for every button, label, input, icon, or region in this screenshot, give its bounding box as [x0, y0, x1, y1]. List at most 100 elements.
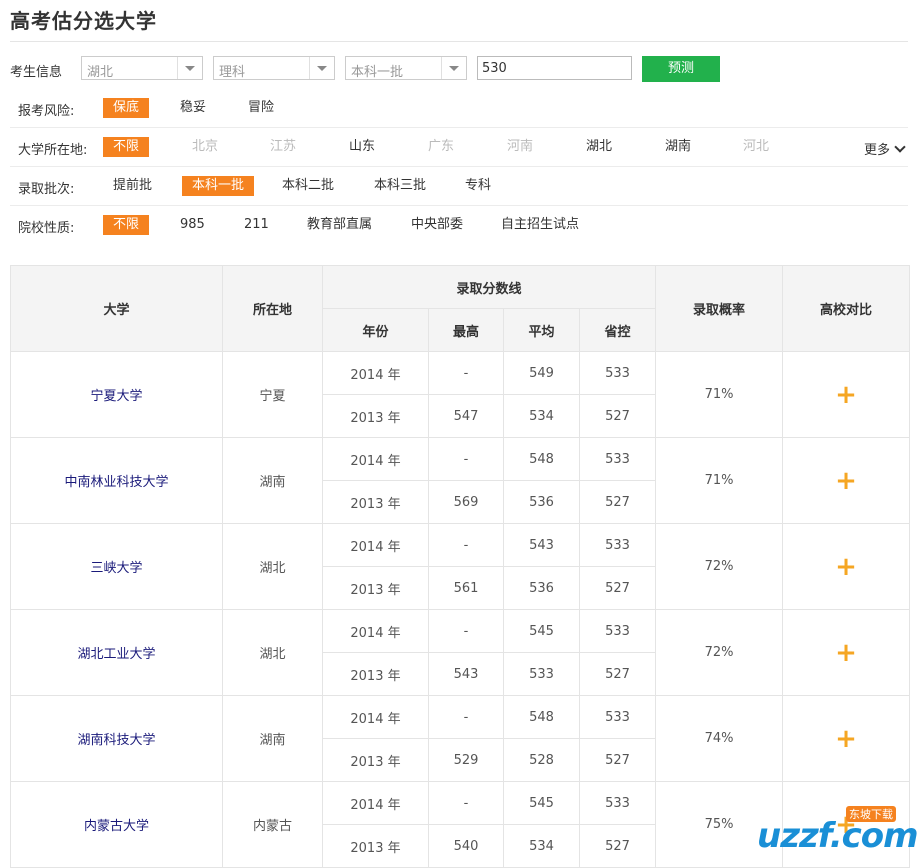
batch-value: 本科一批 [351, 65, 404, 80]
compare-cell: + [782, 351, 911, 438]
university-name-link[interactable]: 湖南科技大学 [10, 695, 223, 782]
avg-score-cell: 536 [503, 480, 580, 524]
header-compare: 高校对比 [782, 265, 911, 352]
year-cell: 2013 年 [322, 824, 429, 868]
university-location: 湖北 [222, 523, 323, 610]
max-score-cell: - [428, 781, 504, 825]
more-button[interactable]: 更多 [864, 139, 906, 158]
year-cell: 2014 年 [322, 523, 429, 567]
university-name-link[interactable]: 中南林业科技大学 [10, 437, 223, 524]
max-score-cell: 569 [428, 480, 504, 524]
filter-option[interactable]: 不限 [103, 137, 150, 157]
filter-option[interactable]: 北京 [182, 137, 228, 157]
filter-option[interactable]: 本科一批 [182, 176, 255, 196]
max-score-cell: - [428, 351, 504, 395]
max-score-cell: 543 [428, 652, 504, 696]
university-location: 湖北 [222, 609, 323, 696]
avg-score-cell: 543 [503, 523, 580, 567]
control-score-cell: 533 [578, 695, 657, 739]
score-input[interactable] [477, 56, 632, 80]
filter-option[interactable]: 211 [234, 215, 279, 235]
filter-option[interactable]: 河南 [497, 137, 543, 157]
avg-score-cell: 545 [503, 781, 580, 825]
control-score-cell: 533 [578, 351, 657, 395]
avg-score-cell: 545 [503, 609, 580, 653]
max-score-cell: 547 [428, 394, 504, 438]
subject-select[interactable]: 理科 [213, 56, 335, 80]
header-location: 所在地 [222, 265, 323, 352]
filter-option[interactable]: 山东 [339, 137, 385, 157]
table-row: 中南林业科技大学 湖南 2014 年 -548 533 71% + [10, 437, 911, 524]
filter-option[interactable]: 冒险 [238, 98, 284, 118]
filter-row: 报考风险: 保底 稳妥 冒险 [0, 89, 920, 128]
compare-cell: + [782, 523, 911, 610]
probability-cell: 72% [655, 523, 784, 610]
table-row: 宁夏大学 宁夏 2014 年 -549 533 71% + [10, 351, 911, 438]
avg-score-cell: 548 [503, 695, 580, 739]
filter-option[interactable]: 稳妥 [170, 98, 216, 118]
province-dropdown-toggle[interactable] [177, 57, 202, 79]
filter-option[interactable]: 本科二批 [272, 176, 344, 196]
year-cell: 2013 年 [322, 394, 429, 438]
avg-score-cell: 528 [503, 738, 580, 782]
header-control: 省控 [578, 308, 657, 352]
add-compare-icon[interactable]: + [835, 552, 857, 582]
batch-dropdown-toggle[interactable] [441, 57, 466, 79]
predict-button[interactable]: 预测 [642, 56, 720, 82]
avg-score-cell: 549 [503, 351, 580, 395]
filter-option[interactable]: 不限 [103, 215, 150, 235]
university-name-link[interactable]: 内蒙古大学 [10, 781, 223, 868]
chevron-down-icon [185, 66, 195, 71]
table-row: 湖南科技大学 湖南 2014 年 -548 533 74% + [10, 695, 911, 782]
add-compare-icon[interactable]: + [835, 724, 857, 754]
filter-row: 院校性质: 不限 985 211 教育部直属 中央部委 自主招生试点 [0, 206, 920, 245]
university-name-link[interactable]: 湖北工业大学 [10, 609, 223, 696]
avg-score-cell: 536 [503, 566, 580, 610]
filter-option[interactable]: 本科三批 [364, 176, 436, 196]
header-avg: 平均 [503, 308, 580, 352]
filter-option[interactable]: 湖北 [576, 137, 622, 157]
filter-option[interactable]: 自主招生试点 [491, 215, 589, 235]
subject-dropdown-toggle[interactable] [309, 57, 334, 79]
filter-option[interactable]: 教育部直属 [297, 215, 382, 235]
university-name-link[interactable]: 三峡大学 [10, 523, 223, 610]
max-score-cell: 561 [428, 566, 504, 610]
header-max: 最高 [428, 308, 504, 352]
filter-option[interactable]: 985 [170, 215, 215, 235]
avg-score-cell: 534 [503, 824, 580, 868]
add-compare-icon[interactable]: + [835, 638, 857, 668]
filter-option[interactable]: 广东 [418, 137, 464, 157]
header-score-line: 录取分数线 [321, 265, 657, 309]
results-table: 大学 所在地 录取分数线 录取概率 高校对比 年份 最高 平均 省控 宁夏大学宁… [10, 265, 911, 868]
filter-option[interactable]: 保底 [103, 98, 150, 118]
university-location: 内蒙古 [222, 781, 323, 868]
subject-value: 理科 [219, 65, 246, 80]
chevron-down-icon [894, 141, 906, 153]
probability-cell: 72% [655, 609, 784, 696]
compare-cell: + [782, 609, 911, 696]
filter-option[interactable]: 湖南 [655, 137, 701, 157]
add-compare-icon[interactable]: + [835, 380, 857, 410]
filter-option[interactable]: 提前批 [103, 176, 162, 196]
filter-option[interactable]: 中央部委 [401, 215, 473, 235]
university-location: 湖南 [222, 437, 323, 524]
watermark-logo: uzzf.com 东坡下载 [732, 802, 919, 856]
table-row: 湖北工业大学 湖北 2014 年 -545 533 72% + [10, 609, 911, 696]
filter-label: 大学所在地: [18, 143, 88, 158]
max-score-cell: - [428, 523, 504, 567]
max-score-cell: - [428, 695, 504, 739]
batch-select[interactable]: 本科一批 [345, 56, 467, 80]
chevron-down-icon [317, 66, 327, 71]
year-cell: 2014 年 [322, 695, 429, 739]
filter-row: 录取批次: 提前批 本科一批 本科二批 本科三批 专科 [0, 167, 920, 206]
filter-option[interactable]: 江苏 [260, 137, 306, 157]
avg-score-cell: 534 [503, 394, 580, 438]
filter-option[interactable]: 河北 [733, 137, 779, 157]
filter-option[interactable]: 专科 [455, 176, 501, 196]
university-name-link[interactable]: 宁夏大学 [10, 351, 223, 438]
add-compare-icon[interactable]: + [835, 466, 857, 496]
control-score-cell: 527 [578, 738, 657, 782]
province-select[interactable]: 湖北 [81, 56, 203, 80]
control-score-cell: 533 [578, 523, 657, 567]
control-score-cell: 527 [578, 824, 657, 868]
